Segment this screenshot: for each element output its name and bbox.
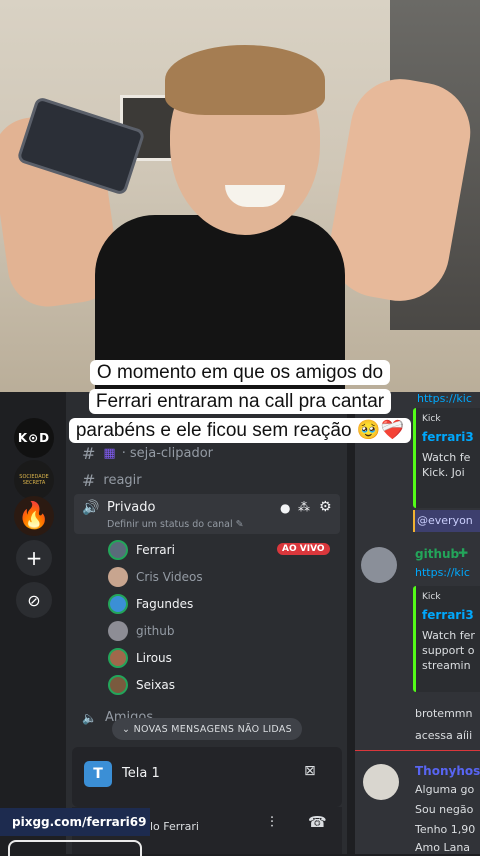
hang-up-icon[interactable]: ☎ <box>308 813 327 831</box>
channel-sidebar: # ▦ · seja-clipador # reagir 🔊 Privado D… <box>66 392 348 854</box>
message-text: Sou negão <box>415 803 474 816</box>
live-badge: AO VIVO <box>277 543 330 555</box>
link-text[interactable]: https://kic <box>417 392 472 405</box>
voice-user-seixas[interactable]: Seixas <box>108 675 175 695</box>
server-list: K⊙D SOCIEDADE SECRETA 🔥 + ⊘ <box>0 392 66 854</box>
new-messages-divider <box>355 750 480 751</box>
screen-share-label: Tela 1 <box>122 766 160 781</box>
caption-line-3: parabéns e ele ficou sem reação 🥹❤️‍🩹 <box>68 418 412 443</box>
user-panel-name: lo Ferrari <box>150 820 199 833</box>
kick-embed-1[interactable]: Kick ferrari3 Watch fe Kick. Joi <box>413 408 480 508</box>
avatar <box>108 594 128 614</box>
film-icon: ▦ <box>103 446 116 461</box>
pix-url: pixgg.com/ferrari69 <box>12 815 147 829</box>
channel-seja-clipador[interactable]: # ▦ · seja-clipador <box>82 444 213 463</box>
voice-user-github[interactable]: github <box>108 621 174 641</box>
separator-dot: · <box>121 446 126 461</box>
user-name: Seixas <box>136 678 176 692</box>
caption-line-2: Ferrari entraram na call pra cantar <box>88 389 392 414</box>
chat-panel: https://kic Kick ferrari3 Watch fe Kick.… <box>355 392 480 854</box>
video-caption: O momento em que os amigos do Ferrari en… <box>60 358 420 445</box>
embed-description: support o <box>422 644 475 657</box>
message-text: Amo Lana <box>415 841 471 854</box>
person-hair <box>165 45 325 115</box>
message-text: brotemmn <box>415 707 473 720</box>
channel-label: reagir <box>103 473 142 488</box>
user-name: Cris Videos <box>136 570 203 584</box>
plus-icon: + <box>25 546 43 570</box>
user-name: Ferrari <box>136 543 175 557</box>
embed-provider: Kick <box>422 414 441 424</box>
pix-promo-banner: pixgg.com/ferrari69 <box>0 808 150 836</box>
gear-icon[interactable]: ⚙ <box>319 499 332 515</box>
screen-icon-letter: T <box>93 766 103 782</box>
message-author[interactable]: Thonyhos <box>415 764 480 778</box>
server-secret-label: SOCIEDADE SECRETA <box>19 474 49 486</box>
new-messages-pill[interactable]: ⌄ NOVAS MENSAGENS NÃO LIDAS <box>112 718 302 740</box>
voice-user-cris-videos[interactable]: Cris Videos <box>108 567 203 587</box>
embed-description: Kick. Joi <box>422 466 465 479</box>
thonyhos-avatar[interactable] <box>363 764 399 800</box>
server-kod-label: K⊙D <box>17 431 51 445</box>
hash-icon: # <box>82 444 96 463</box>
user-name: Lirous <box>136 651 172 665</box>
panel-divider <box>347 392 355 854</box>
message-text: Tenho 1,90 <box>415 823 476 836</box>
user-name: github <box>136 624 175 638</box>
message-text: acessa aíii <box>415 729 473 742</box>
screen-share-app-icon: T <box>84 761 112 787</box>
compass-icon: ⊘ <box>27 590 41 610</box>
chat-bubble-icon[interactable]: ● <box>280 501 290 515</box>
avatar <box>108 567 128 587</box>
voice-channel-status[interactable]: Definir um status do canal ✎ <box>107 519 244 530</box>
hash-icon: # <box>82 471 96 490</box>
avatar <box>108 621 128 641</box>
add-server-button[interactable]: + <box>16 540 52 576</box>
server-kod[interactable]: K⊙D <box>14 418 54 458</box>
embed-description: Watch fe <box>422 451 471 464</box>
avatar <box>108 675 128 695</box>
avatar <box>108 540 128 560</box>
voice-user-lirous[interactable]: Lirous <box>108 648 172 668</box>
message-author[interactable]: github <box>415 547 459 561</box>
voice-user-ferrari[interactable]: Ferrari <box>108 540 175 560</box>
embed-description: Watch fer <box>422 629 475 642</box>
everyone-mention[interactable]: @everyon <box>417 514 473 527</box>
voice-user-fagundes[interactable]: Fagundes <box>108 594 193 614</box>
speaker-icon: 🔊 <box>82 500 100 516</box>
stop-stream-icon[interactable]: ⊠ <box>304 763 316 779</box>
fire-icon: 🔥 <box>17 501 51 531</box>
channel-label: seja-clipador <box>129 446 214 461</box>
github-avatar[interactable] <box>361 547 397 583</box>
channel-reagir[interactable]: # reagir <box>82 471 142 490</box>
embed-title[interactable]: ferrari3 <box>422 608 480 622</box>
avatar <box>108 648 128 668</box>
waveform-icon[interactable]: ⫶ <box>270 813 274 831</box>
server-fire[interactable]: 🔥 <box>14 496 54 536</box>
discover-button[interactable]: ⊘ <box>16 582 52 618</box>
verified-icon: ✚ <box>458 546 469 560</box>
caption-line-1: O momento em que os amigos do <box>89 360 391 385</box>
voice-channel-privado[interactable]: 🔊 Privado Definir um status do canal ✎ ●… <box>74 494 340 534</box>
server-sociedade-secreta[interactable]: SOCIEDADE SECRETA <box>14 460 54 500</box>
invite-icon[interactable]: ⁂ <box>298 500 310 514</box>
speaker-icon: 🔈 <box>82 710 97 725</box>
embed-provider: Kick <box>422 592 441 602</box>
kick-embed-2[interactable]: Kick ferrari3 Watch fer support o stream… <box>413 586 480 692</box>
link-text[interactable]: https://kic <box>415 566 470 579</box>
embed-description: streamin <box>422 659 471 672</box>
message-text: Alguma go <box>415 783 475 796</box>
embed-title[interactable]: ferrari3 <box>422 430 480 444</box>
user-name: Fagundes <box>136 597 194 611</box>
screen-share-panel: T Tela 1 ⊠ <box>72 747 342 807</box>
webcam-video <box>0 0 480 400</box>
voice-channel-name: Privado <box>107 500 156 515</box>
mention-highlight: @everyon <box>413 510 480 532</box>
